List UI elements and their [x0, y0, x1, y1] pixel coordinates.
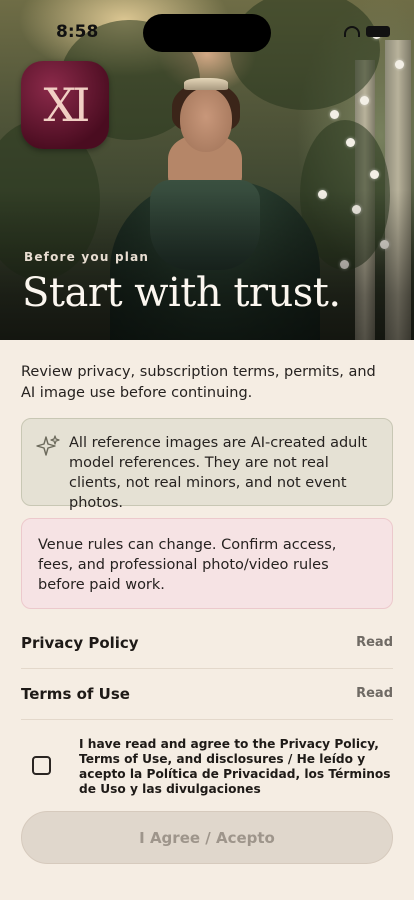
status-icons — [344, 26, 390, 37]
battery-icon — [366, 26, 390, 37]
agreement-text: I have read and agree to the Privacy Pol… — [79, 737, 391, 796]
agree-button[interactable]: I Agree / Acepto — [21, 811, 393, 864]
ai-images-notice: All reference images are AI-created adul… — [21, 418, 393, 511]
ai-images-notice-text: All reference images are AI-created adul… — [69, 435, 368, 511]
status-time: 8:58 — [56, 22, 99, 42]
intro-text: Review privacy, subscription terms, perm… — [21, 364, 376, 401]
privacy-policy-label: Privacy Policy — [21, 633, 139, 652]
app-logo: XI — [21, 61, 109, 149]
hero-kicker: Before you plan — [24, 250, 150, 264]
terms-of-use-label: Terms of Use — [21, 684, 130, 703]
terms-of-use-read-link[interactable]: Read — [356, 686, 393, 701]
privacy-policy-row[interactable]: Privacy Policy Read — [21, 617, 393, 669]
terms-of-use-row[interactable]: Terms of Use Read — [21, 668, 393, 720]
privacy-policy-read-link[interactable]: Read — [356, 635, 393, 650]
sparkle-icon — [36, 435, 60, 456]
dynamic-island — [143, 14, 271, 52]
hero-title: Start with trust. — [22, 270, 341, 316]
agreement-row[interactable]: I have read and agree to the Privacy Pol… — [21, 736, 393, 796]
venue-notice-text: Venue rules can change. Confirm access, … — [38, 537, 337, 593]
app-logo-text: XI — [43, 78, 91, 132]
wifi-icon — [344, 26, 360, 37]
agree-checkbox[interactable] — [32, 756, 51, 775]
venue-notice: Venue rules can change. Confirm access, … — [21, 518, 393, 609]
